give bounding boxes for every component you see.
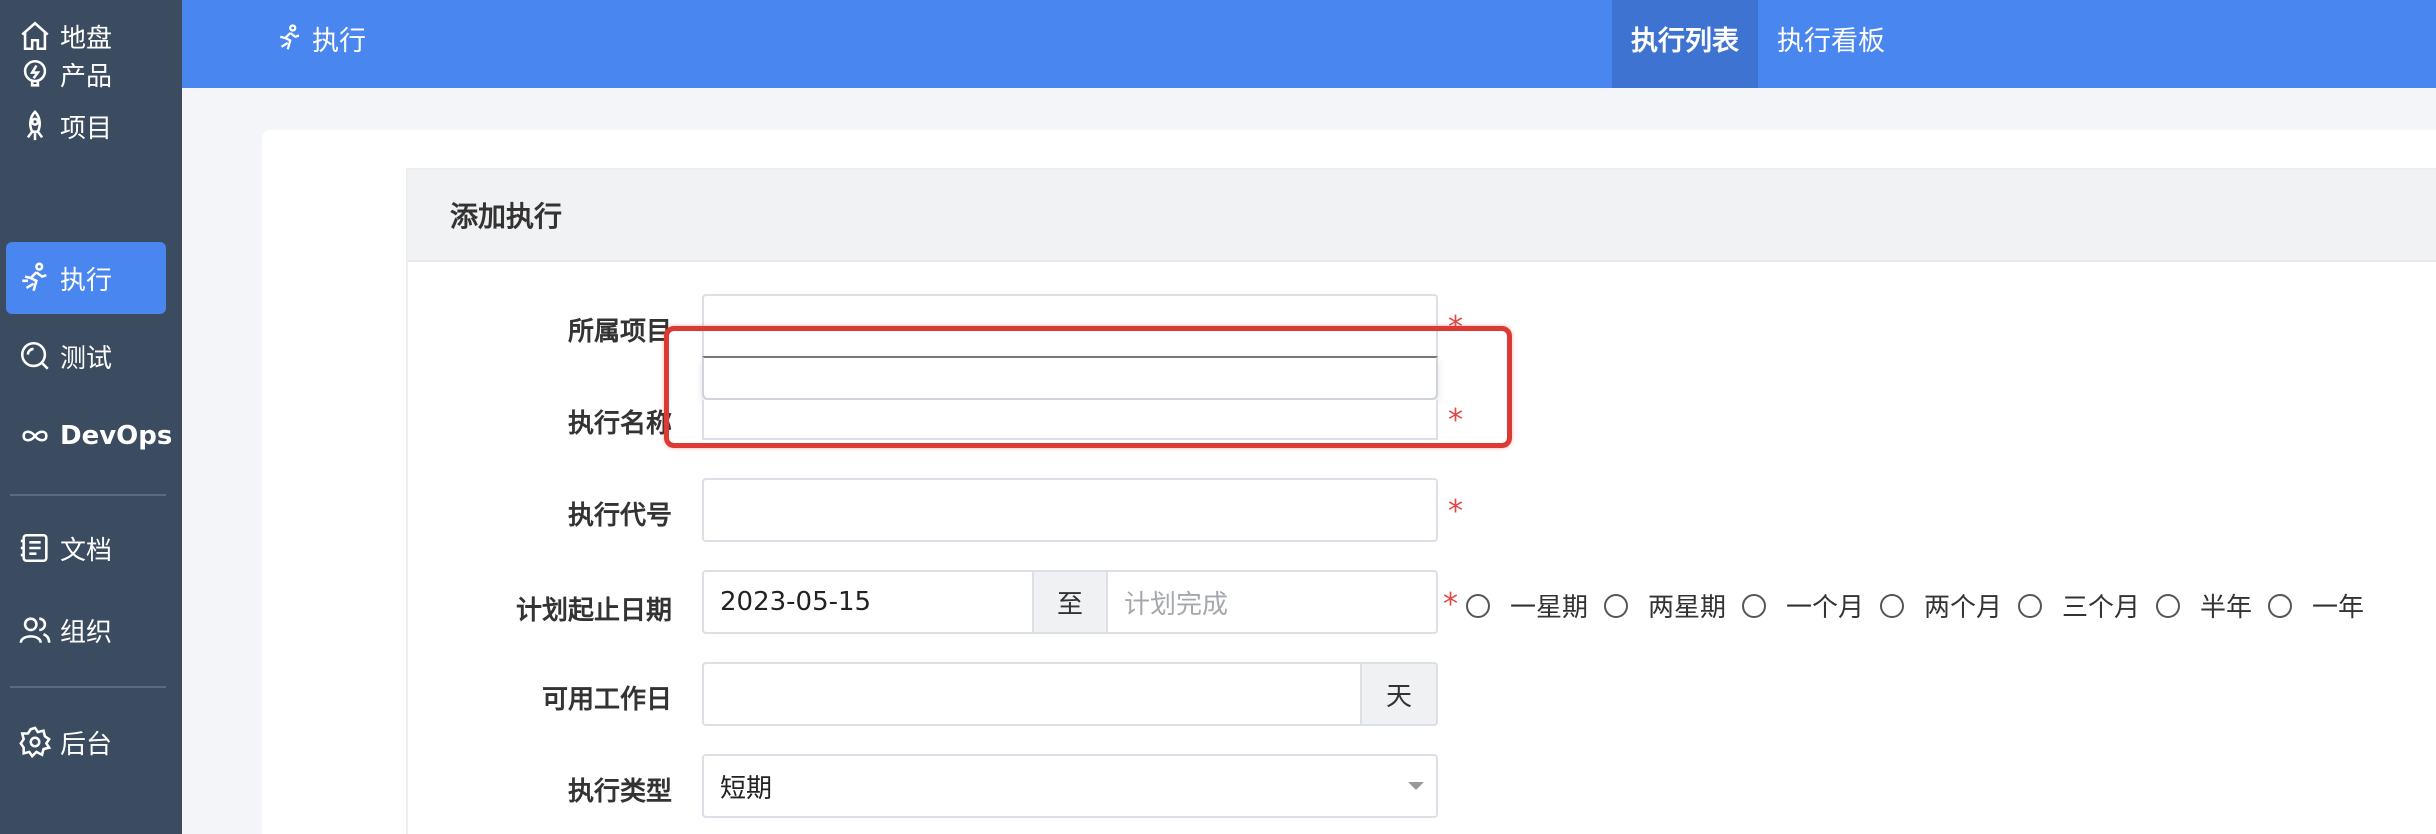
rocket-icon [26,110,44,141]
sidebar-item-label: 后台 [60,729,113,760]
start-date-input[interactable]: 2023-05-15 [702,570,1034,634]
workdays-input[interactable] [702,662,1362,726]
end-date-placeholder: 计划完成 [1124,589,1229,620]
sidebar-divider [10,686,166,688]
sidebar: 地盘 产品 项目 执行 测试 DevOps 文档 组织 后台 [0,0,182,834]
tab-label: 执行列表 [1631,25,1739,57]
chevron-down-icon [1408,782,1424,790]
duration-label: 三个月 [2062,593,2141,623]
duration-label: 两星期 [1648,593,1727,623]
duration-label: 一个月 [1786,593,1865,623]
tab-execution-list[interactable]: 执行列表 [1612,0,1758,88]
document-icon [20,533,48,563]
execution-type-label: 执行类型 [567,777,672,807]
infinity-icon [22,430,48,442]
sidebar-divider [10,494,166,496]
radio-circle [1742,593,1766,618]
required-mark: * [1448,494,1463,529]
date-separator: 至 [1032,570,1108,634]
project-label: 所属项目 [567,317,672,347]
radio-circle [2268,593,2292,618]
duration-label: 两个月 [1924,593,2003,623]
radio-circle [2156,593,2180,618]
tab-execution-kanban[interactable]: 执行看板 [1758,0,1904,88]
sidebar-item-label: 产品 [60,61,113,92]
sidebar-item-organization[interactable]: 组织 [6,594,166,666]
top-navbar: 执行 执行列表 执行看板 [182,0,2436,88]
form-title: 添加执行 [408,170,2436,262]
execution-type-select[interactable]: 短期 [702,754,1438,818]
duration-option-2weeks[interactable]: 两星期 [1604,587,1726,624]
users-icon [19,617,51,644]
gear-icon [19,726,52,759]
duration-option-3months[interactable]: 三个月 [2018,587,2140,624]
sidebar-item-devops[interactable]: DevOps [6,400,172,472]
execution-name-label: 执行名称 [567,409,672,439]
start-date-value: 2023-05-15 [720,587,872,617]
execution-code-input[interactable] [702,478,1438,542]
duration-label: 一年 [2312,593,2365,623]
sidebar-item-label: 执行 [60,265,113,296]
bulb-icon [23,59,47,87]
workdays-label: 可用工作日 [541,685,672,715]
tab-label: 执行看板 [1777,25,1885,57]
required-mark: * [1443,587,1458,622]
sidebar-item-admin[interactable]: 后台 [6,706,166,778]
workdays-unit: 天 [1360,662,1438,726]
duration-option-1month[interactable]: 一个月 [1742,587,1864,624]
page-title: 执行 [274,0,366,76]
execution-code-label: 执行代号 [567,501,672,531]
sidebar-item-project[interactable]: 项目 [6,90,166,162]
execution-type-value: 短期 [720,773,773,804]
sidebar-item-label: 文档 [60,535,113,566]
magnifier-icon [20,341,49,370]
sidebar-item-label: 组织 [60,617,113,648]
sidebar-item-label: DevOps [60,421,173,451]
duration-label: 一星期 [1510,593,1589,623]
sidebar-item-test[interactable]: 测试 [6,320,166,392]
run-icon [279,24,300,50]
sidebar-item-label: 测试 [60,343,113,374]
page-title-text: 执行 [312,25,366,57]
radio-circle [1604,593,1628,618]
duration-option-1year[interactable]: 一年 [2268,587,2364,624]
duration-option-1week[interactable]: 一星期 [1466,587,1588,624]
end-date-input[interactable]: 计划完成 [1106,570,1438,634]
duration-label: 半年 [2200,593,2253,623]
run-icon [22,262,47,292]
sidebar-item-execution[interactable]: 执行 [6,242,166,314]
radio-circle [2018,593,2042,618]
highlight-annotation [664,326,1512,448]
duration-option-halfyear[interactable]: 半年 [2156,587,2252,624]
sidebar-item-label: 项目 [60,113,113,144]
sidebar-item-docs[interactable]: 文档 [6,512,166,584]
radio-circle [1466,593,1490,618]
plan-dates-label: 计划起止日期 [515,596,672,626]
radio-circle [1880,593,1904,618]
duration-option-2months[interactable]: 两个月 [1880,587,2002,624]
